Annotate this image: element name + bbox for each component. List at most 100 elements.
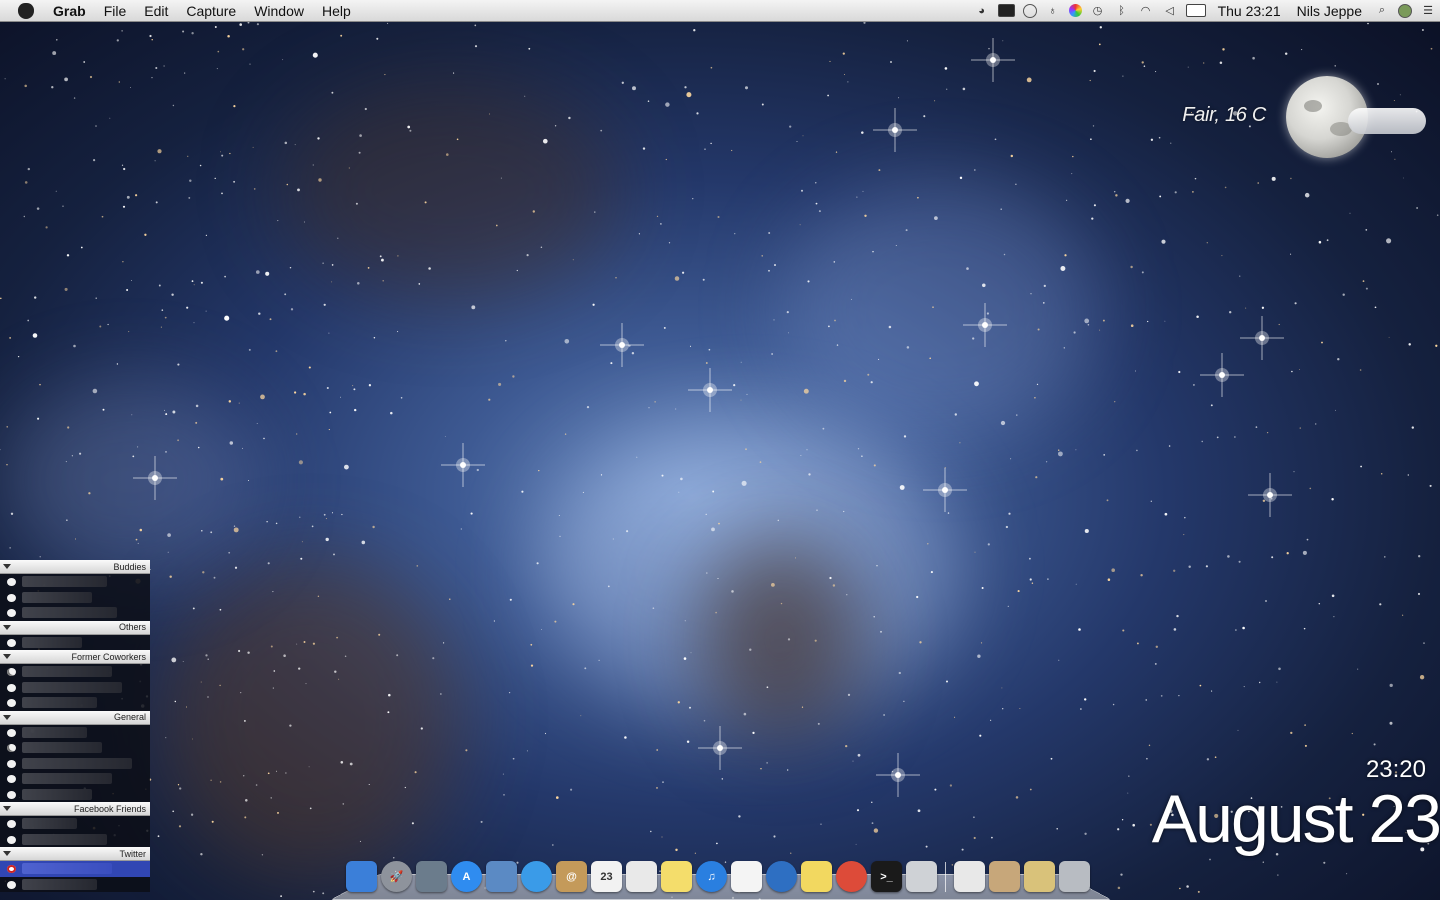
growl-icon[interactable]: ♁ [1045,4,1061,18]
buddy-row[interactable] [0,740,150,756]
disclosure-triangle-icon[interactable] [3,806,11,811]
buddy-list: Buddies Others Former Coworkers General Face… [0,560,150,900]
buddy-name-redacted [22,742,102,753]
wifi-icon[interactable]: ◠ [1138,4,1154,18]
disclosure-triangle-icon[interactable] [3,714,11,720]
textedit-icon[interactable] [731,861,762,892]
buddy-row[interactable] [0,574,150,590]
battery-icon[interactable] [1185,4,1206,17]
dashboard-icon[interactable] [416,861,447,892]
buddy-name-redacted [22,788,92,800]
buddy-name-redacted [22,636,82,648]
address-book-icon[interactable]: @ [556,861,587,892]
buddy-name-redacted [22,697,97,708]
cloud-icon [1348,108,1426,134]
calendar-icon[interactable]: 23 [591,861,622,892]
spotlight-search-icon[interactable]: ⌕ [1374,4,1390,18]
buddy-name-redacted [22,607,117,618]
home-icon[interactable] [1398,3,1412,18]
buddy-row[interactable] [0,589,150,605]
buddy-group-label: Former Coworkers [71,651,146,662]
buddy-row[interactable] [0,679,150,695]
menu-bar: Grab File Edit Capture Window Help ◕ ♁ ◷… [0,0,1440,22]
terminal-icon[interactable] [997,4,1015,17]
status-icon [7,683,16,692]
disclosure-triangle-icon[interactable] [3,654,11,659]
buddy-row[interactable] [0,724,150,740]
menu-help[interactable]: Help [313,0,360,22]
safari-icon[interactable] [521,861,552,892]
stickies-icon[interactable] [801,861,832,892]
buddy-name-redacted [22,591,92,603]
buddy-group-header[interactable]: General [0,710,150,725]
menu-window[interactable]: Window [245,0,313,22]
status-icon [7,880,16,889]
buddy-row[interactable] [0,786,150,802]
buddy-row[interactable] [0,695,150,711]
finder-icon[interactable] [346,861,377,892]
buddy-name-redacted [22,863,112,874]
buddy-name-redacted [22,681,122,693]
app-menu[interactable]: Grab [44,0,95,22]
adium-duck-icon[interactable]: ◕ [974,4,990,18]
buddy-name-redacted [22,757,132,769]
menu-capture[interactable]: Capture [177,0,245,22]
grab-icon[interactable] [906,861,937,892]
buddy-row[interactable] [0,876,150,892]
buddy-row[interactable] [0,816,150,832]
status-icon [7,728,16,737]
trash-icon[interactable] [1059,861,1090,892]
notes-icon[interactable] [661,861,692,892]
menu-edit[interactable]: Edit [135,0,177,22]
launchpad-icon[interactable]: 🚀 [381,861,412,892]
buddy-row[interactable] [0,831,150,847]
preview-icon[interactable] [486,861,517,892]
buddy-name-redacted [22,666,112,677]
buddy-row[interactable] [0,605,150,621]
buddy-row[interactable] [0,755,150,771]
chrome-icon[interactable] [836,861,867,892]
buddy-group-label: General [113,712,146,722]
buddy-row[interactable] [0,771,150,787]
adium-icon[interactable] [766,861,797,892]
buddy-row[interactable] [0,634,150,650]
apple-menu-icon[interactable] [18,2,34,19]
desktop-wallpaper [0,21,1439,900]
speech-bubble-icon[interactable] [1022,3,1037,18]
time-machine-icon[interactable]: ◷ [1090,4,1106,18]
itunes-icon[interactable]: ♫ [696,861,727,892]
buddy-row[interactable] [0,664,150,680]
status-icon [7,775,16,783]
buddy-group-header[interactable]: Former Coworkers [0,650,150,664]
app-store-icon[interactable]: A [451,861,482,892]
menu-file[interactable]: File [95,0,136,22]
buddy-group-header[interactable]: Twitter [0,847,150,861]
terminal-icon[interactable]: >_ [871,861,902,892]
buddy-name-redacted [22,726,87,738]
notification-list-icon[interactable]: ☰ [1420,4,1436,18]
disclosure-triangle-icon[interactable] [3,564,11,569]
status-icon [7,835,16,844]
buddy-row[interactable] [0,861,150,877]
status-icon [7,699,16,707]
buddy-name-redacted [22,773,112,784]
buddy-group-label: Facebook Friends [73,803,146,814]
buddy-group-label: Others [118,622,146,632]
status-icon [7,668,16,676]
colorwheel-icon[interactable] [1068,4,1082,17]
downloads-stack-icon[interactable] [989,861,1020,892]
volume-icon[interactable]: ◁ [1162,4,1178,18]
reminders-icon[interactable] [626,861,657,892]
bluetooth-icon[interactable]: ᛒ [1114,4,1130,18]
disclosure-triangle-icon[interactable] [3,624,11,630]
applications-stack-icon[interactable] [1024,861,1055,892]
buddy-group-header[interactable]: Others [0,620,150,635]
status-icon [7,744,16,752]
buddy-group-header[interactable]: Facebook Friends [0,802,150,816]
menubar-clock[interactable]: Thu 23:21 [1210,0,1289,22]
dock-separator [945,862,946,892]
buddy-group-header[interactable]: Buddies [0,560,150,574]
documents-stack-icon[interactable] [954,861,985,892]
menubar-user[interactable]: Nils Jeppe [1289,0,1370,22]
disclosure-triangle-icon[interactable] [3,851,11,856]
